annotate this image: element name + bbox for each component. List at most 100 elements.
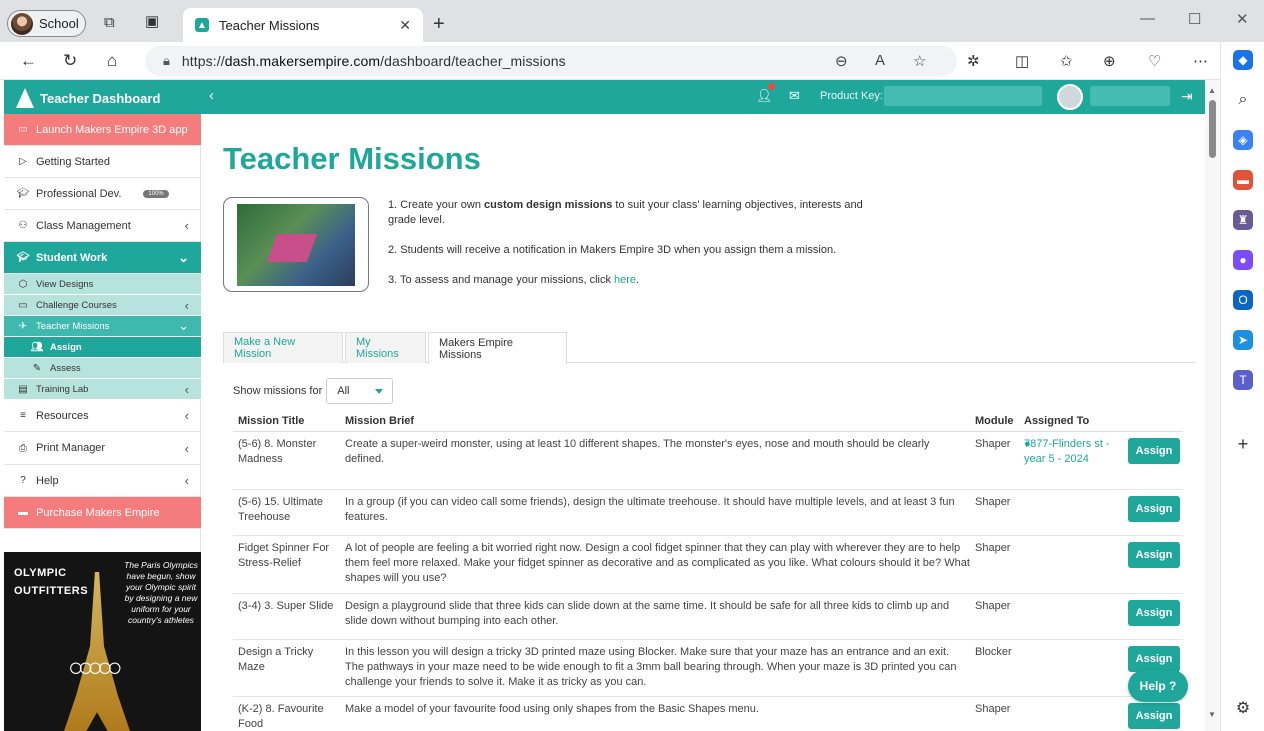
here-link[interactable]: here	[614, 274, 636, 286]
extensions-icon[interactable]: ✲	[967, 52, 980, 70]
new-tab-icon[interactable]: +	[433, 13, 445, 36]
col-mission-brief: Mission Brief	[345, 415, 415, 427]
sidebar-item-purchase[interactable]: ▬ Purchase Makers Empire	[4, 497, 201, 529]
olympic-promo-banner[interactable]: ○○○○○ OLYMPIC OUTFITTERS The Paris Olymp…	[4, 552, 201, 731]
main-content: Teacher Missions 1. Create your own cust…	[223, 114, 1195, 731]
tab-actions-icon[interactable]: ▣	[145, 14, 159, 29]
intro-step-2: 2. Students will receive a notification …	[388, 244, 837, 256]
url-field[interactable]: 🔒︎ https://dash.makersempire.com/dashboa…	[145, 46, 957, 76]
collections-icon[interactable]: ⊕	[1103, 52, 1116, 70]
assign-button[interactable]: Assign	[1128, 703, 1180, 729]
mission-title: Design a Tricky Maze	[238, 646, 314, 673]
assign-button[interactable]: Assign	[1128, 646, 1180, 672]
list-icon: ≡	[20, 410, 26, 421]
lock-icon: 🔒︎	[163, 53, 170, 68]
microsoft365-icon[interactable]: ●	[1233, 250, 1253, 270]
user-notification-icon[interactable]: 👤︎	[756, 88, 773, 104]
mission-title: (K-2) 8. Favourite Food	[238, 703, 324, 730]
favorites-icon[interactable]: ✩	[1060, 52, 1073, 70]
filter-select[interactable]: All	[326, 378, 394, 404]
mail-icon[interactable]: ✉	[789, 88, 800, 104]
search-icon[interactable]: ⌕	[1233, 90, 1253, 110]
assign-button[interactable]: Assign	[1128, 496, 1180, 522]
app: Teacher Dashboard ‹ 👤︎ 1 ✉ Product Key: …	[4, 80, 1205, 731]
sidebar-item-teacher-missions[interactable]: ✈ Teacher Missions ⌄	[4, 316, 201, 337]
progress-badge: 100%	[143, 189, 169, 198]
home-icon[interactable]: ⌂	[107, 51, 117, 71]
browser-tab-active[interactable]: ▲ Teacher Missions ✕	[183, 8, 423, 42]
tab-make-new-mission[interactable]: Make a New Mission	[223, 332, 343, 363]
read-aloud-icon[interactable]: A	[875, 52, 885, 69]
sidebar-item-challenge-courses[interactable]: ▭ Challenge Courses ‹	[4, 295, 201, 316]
product-key-label: Product Key:	[820, 90, 883, 102]
table-row: (K-2) 8. Favourite Food Make a model of …	[233, 697, 1183, 731]
help-button[interactable]: Help ?	[1128, 670, 1188, 702]
assign-button[interactable]: Assign	[1128, 600, 1180, 626]
mission-title: (5-6) 15. Ultimate Treehouse	[238, 496, 323, 523]
app-header: Teacher Dashboard ‹ 👤︎ 1 ✉ Product Key: …	[4, 80, 1205, 114]
mission-brief: In this lesson you will design a tricky …	[345, 646, 957, 688]
sidebar-item-resources[interactable]: ≡ Resources ‹	[4, 400, 201, 432]
favorite-star-icon[interactable]: ☆	[913, 52, 926, 70]
close-tab-icon[interactable]: ✕	[399, 17, 411, 34]
chevron-left-icon: ‹	[184, 440, 189, 456]
scroll-down-icon[interactable]: ▼	[1208, 710, 1216, 719]
assign-button[interactable]: Assign	[1128, 542, 1180, 568]
mission-brief: Design a playground slide that three kid…	[345, 600, 950, 627]
maximize-icon[interactable]: ☐	[1188, 10, 1201, 28]
minimize-icon[interactable]: —	[1140, 10, 1155, 27]
col-assigned-to: Assigned To	[1024, 415, 1090, 427]
refresh-icon[interactable]: ↻	[63, 51, 77, 71]
assign-button[interactable]: Assign	[1128, 438, 1180, 464]
scrollbar-thumb[interactable]	[1209, 100, 1216, 158]
rocket-icon: ✈	[18, 320, 28, 332]
back-icon[interactable]: ←	[20, 51, 37, 71]
settings-gear-icon[interactable]: ⚙	[1233, 698, 1253, 718]
more-icon[interactable]: ⋯	[1193, 52, 1208, 70]
split-screen-icon[interactable]: ◫	[1015, 52, 1029, 70]
tab-makers-empire-missions[interactable]: Makers Empire Missions	[428, 332, 567, 364]
shopping-tag-icon[interactable]: ◈	[1233, 130, 1253, 150]
laptop-icon: ▭	[18, 299, 28, 311]
sidebar-item-getting-started[interactable]: ▷ Getting Started	[4, 146, 201, 178]
sidebar-item-training-lab[interactable]: ▤ Training Lab ‹	[4, 379, 201, 400]
sidebar-item-student-work[interactable]: 🎓︎ Student Work ⌄	[4, 242, 201, 274]
play-icon: ▷	[19, 156, 27, 167]
chevron-left-icon: ‹	[184, 218, 189, 233]
credit-card-icon: ▬	[18, 507, 28, 518]
sidebar-item-help[interactable]: ? Help ‹	[4, 465, 201, 497]
teams-icon[interactable]: T	[1233, 370, 1253, 390]
sidebar-item-class-management[interactable]: ⚇ Class Management ‹	[4, 210, 201, 242]
send-icon[interactable]: ➤	[1233, 330, 1253, 350]
sidebar-item-assess[interactable]: ✎ Assess	[4, 358, 201, 379]
mission-tabs: Make a New Mission My Missions Makers Em…	[223, 332, 1195, 364]
chevron-down-icon: ⌄	[178, 249, 189, 265]
tab-my-missions[interactable]: My Missions	[345, 332, 426, 363]
tools-icon[interactable]: ▬	[1233, 170, 1253, 190]
makers-empire-favicon-icon: ▲	[195, 18, 209, 32]
user-avatar[interactable]	[1057, 84, 1083, 110]
sidebar-item-assign[interactable]: 👥︎ Assign	[4, 337, 201, 358]
games-icon[interactable]: ♜	[1233, 210, 1253, 230]
chevron-left-icon: ‹	[184, 381, 189, 397]
notification-badge: 1	[768, 83, 775, 90]
sidebar-item-launch-app[interactable]: ▭ Launch Makers Empire 3D app	[4, 114, 201, 146]
brand-title: Teacher Dashboard	[40, 90, 161, 106]
intro-text: 1. Create your own custom design mission…	[388, 198, 868, 303]
profile-button[interactable]: School	[7, 10, 86, 37]
close-window-icon[interactable]: ✕	[1236, 10, 1249, 28]
sidebar-item-print-manager[interactable]: ⎙ Print Manager ‹	[4, 432, 201, 465]
page-scrollbar[interactable]: ▲ ▼	[1205, 80, 1220, 731]
logout-icon[interactable]: ⇥	[1181, 88, 1193, 105]
collapse-sidebar-icon[interactable]: ‹	[209, 87, 214, 104]
copilot-icon[interactable]: ◆	[1233, 50, 1253, 70]
outlook-icon[interactable]: O	[1233, 290, 1253, 310]
sidebar-item-view-designs[interactable]: ⬡ View Designs	[4, 274, 201, 295]
sidebar-item-professional-dev[interactable]: 🎓︎ Professional Dev. 100%	[4, 178, 201, 210]
add-icon[interactable]: +	[1233, 434, 1253, 454]
browser-essentials-icon[interactable]: ♡	[1148, 52, 1161, 70]
zoom-icon[interactable]: ⊖	[835, 52, 848, 70]
workspaces-icon[interactable]: ⧉	[104, 15, 115, 30]
scroll-up-icon[interactable]: ▲	[1208, 86, 1216, 95]
brand[interactable]: Teacher Dashboard	[16, 88, 160, 108]
